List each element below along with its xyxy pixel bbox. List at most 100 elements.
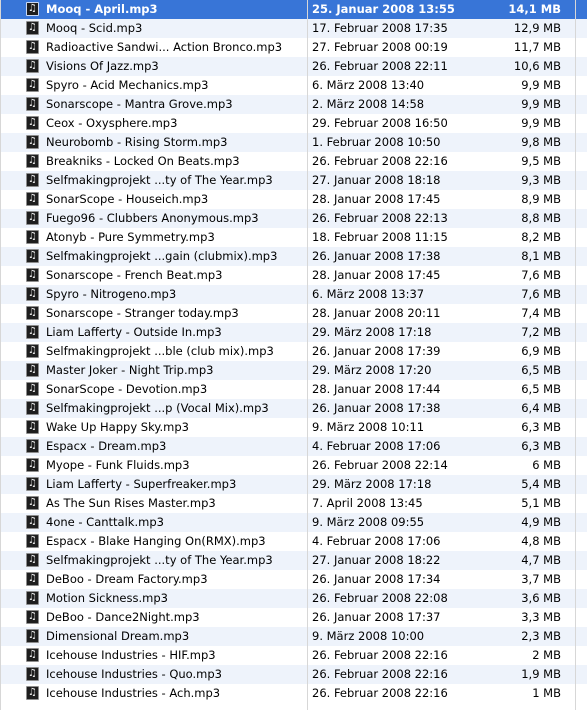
file-row[interactable]: ♫ SonarScope - Houseich.mp3 28. Januar 200… xyxy=(0,190,587,209)
file-name[interactable]: Liam Lafferty - Outside In.mp3 xyxy=(46,323,306,342)
file-row-selected[interactable]: ♫ Mooq - April.mp3 25. Januar 2008 13:55 14… xyxy=(0,0,587,19)
file-row[interactable]: ♫ Neurobomb - Rising Storm.mp3 1. Februar … xyxy=(0,133,587,152)
file-name[interactable]: Spyro - Nitrogeno.mp3 xyxy=(46,285,306,304)
file-name[interactable]: Selfmakingprojekt ...p (Vocal Mix).mp3 xyxy=(46,399,306,418)
music-file-icon[interactable]: ♫ xyxy=(26,553,39,567)
file-row[interactable]: ♫ Sonarscope - French Beat.mp3 28. Januar … xyxy=(0,266,587,285)
file-row[interactable]: ♫ Dimensional Dream.mp3 9. März 2008 10:00… xyxy=(0,627,587,646)
file-name[interactable]: Spyro - Acid Mechanics.mp3 xyxy=(46,76,306,95)
file-name[interactable]: DeBoo - Dance2Night.mp3 xyxy=(46,608,306,627)
music-file-icon[interactable]: ♫ xyxy=(26,344,39,358)
music-file-icon[interactable]: ♫ xyxy=(26,97,39,111)
file-name[interactable]: Motion Sickness.mp3 xyxy=(46,589,306,608)
file-row[interactable]: ♫ As The Sun Rises Master.mp3 7. April 200… xyxy=(0,494,587,513)
music-file-icon[interactable]: ♫ xyxy=(26,591,39,605)
music-file-icon[interactable]: ♫ xyxy=(26,420,39,434)
column-divider-name-date[interactable] xyxy=(307,0,308,710)
music-file-icon[interactable]: ♫ xyxy=(26,496,39,510)
music-file-icon[interactable]: ♫ xyxy=(26,382,39,396)
file-name[interactable]: Atonyb - Pure Symmetry.mp3 xyxy=(46,228,306,247)
file-name[interactable]: Master Joker - Night Trip.mp3 xyxy=(46,361,306,380)
file-row[interactable]: ♫ Liam Lafferty - Superfreaker.mp3 29. Mär… xyxy=(0,475,587,494)
file-name[interactable]: Selfmakingprojekt ...ble (club mix).mp3 xyxy=(46,342,306,361)
file-name[interactable]: Icehouse Industries - Quo.mp3 xyxy=(46,665,306,684)
file-name[interactable]: Selfmakingprojekt ...ty of The Year.mp3 xyxy=(46,171,306,190)
file-row[interactable]: ♫ Icehouse Industries - HIF.mp3 26. Februa… xyxy=(0,646,587,665)
file-name[interactable]: Sonarscope - French Beat.mp3 xyxy=(46,266,306,285)
file-row[interactable]: ♫ Spyro - Acid Mechanics.mp3 6. März 2008 … xyxy=(0,76,587,95)
music-file-icon[interactable]: ♫ xyxy=(26,515,39,529)
file-row[interactable]: ♫ Espacx - Blake Hanging On(RMX).mp3 4. Fe… xyxy=(0,532,587,551)
file-row[interactable]: ♫ Liam Lafferty - Outside In.mp3 29. März … xyxy=(0,323,587,342)
file-row[interactable]: ♫ Selfmakingprojekt ...ble (club mix).mp3… xyxy=(0,342,587,361)
file-name[interactable]: Liam Lafferty - Superfreaker.mp3 xyxy=(46,475,306,494)
file-name[interactable]: Mooq - Scid.mp3 xyxy=(46,19,306,38)
file-name[interactable]: Dimensional Dream.mp3 xyxy=(46,627,306,646)
music-file-icon[interactable]: ♫ xyxy=(26,21,39,35)
music-file-icon[interactable]: ♫ xyxy=(26,40,39,54)
music-file-icon[interactable]: ♫ xyxy=(26,572,39,586)
file-row[interactable]: ♫ Icehouse Industries - Quo.mp3 26. Februa… xyxy=(0,665,587,684)
file-name[interactable]: Visions Of Jazz.mp3 xyxy=(46,57,306,76)
file-name[interactable]: Selfmakingprojekt ...ty of The Year.mp3 xyxy=(46,551,306,570)
music-file-icon[interactable]: ♫ xyxy=(26,287,39,301)
file-row[interactable]: ♫ Myope - Funk Fluids.mp3 26. Februar 2008… xyxy=(0,456,587,475)
file-row[interactable]: ♫ Fuego96 - Clubbers Anonymous.mp3 26. Feb… xyxy=(0,209,587,228)
music-file-icon[interactable]: ♫ xyxy=(26,59,39,73)
music-file-icon[interactable]: ♫ xyxy=(26,667,39,681)
file-name[interactable]: 4one - Canttalk.mp3 xyxy=(46,513,306,532)
music-file-icon[interactable]: ♫ xyxy=(26,610,39,624)
file-name[interactable]: As The Sun Rises Master.mp3 xyxy=(46,494,306,513)
file-name[interactable]: DeBoo - Dream Factory.mp3 xyxy=(46,570,306,589)
file-row[interactable]: ♫ Visions Of Jazz.mp3 26. Februar 2008 22:… xyxy=(0,57,587,76)
file-row[interactable]: ♫ Sonarscope - Mantra Grove.mp3 2. März 20… xyxy=(0,95,587,114)
file-name[interactable]: Selfmakingprojekt ...gain (clubmix).mp3 xyxy=(46,247,306,266)
music-file-icon[interactable]: ♫ xyxy=(26,154,39,168)
file-row[interactable]: ♫ Spyro - Nitrogeno.mp3 6. März 2008 13:37… xyxy=(0,285,587,304)
music-file-icon[interactable]: ♫ xyxy=(26,686,39,700)
music-file-icon[interactable]: ♫ xyxy=(26,401,39,415)
file-row[interactable]: ♫ Espacx - Dream.mp3 4. Februar 2008 17:06… xyxy=(0,437,587,456)
file-row[interactable]: ♫ Radioactive Sandwi... Action Bronco.mp3… xyxy=(0,38,587,57)
music-file-icon[interactable]: ♫ xyxy=(26,306,39,320)
file-row[interactable]: ♫ Ceox - Oxysphere.mp3 29. Februar 2008 16… xyxy=(0,114,587,133)
music-file-icon[interactable]: ♫ xyxy=(26,458,39,472)
music-file-icon[interactable]: ♫ xyxy=(26,249,39,263)
file-row[interactable]: ♫ Master Joker - Night Trip.mp3 29. März 2… xyxy=(0,361,587,380)
file-name[interactable]: Fuego96 - Clubbers Anonymous.mp3 xyxy=(46,209,306,228)
music-file-icon[interactable]: ♫ xyxy=(26,648,39,662)
file-row[interactable]: ♫ Selfmakingprojekt ...ty of The Year.mp3… xyxy=(0,171,587,190)
music-file-icon[interactable]: ♫ xyxy=(26,268,39,282)
file-name[interactable]: Breakniks - Locked On Beats.mp3 xyxy=(46,152,306,171)
music-file-icon[interactable]: ♫ xyxy=(26,230,39,244)
music-file-icon[interactable]: ♫ xyxy=(26,629,39,643)
file-name[interactable]: SonarScope - Houseich.mp3 xyxy=(46,190,306,209)
file-name[interactable]: Sonarscope - Stranger today.mp3 xyxy=(46,304,306,323)
file-row[interactable]: ♫ SonarScope - Devotion.mp3 28. Januar 200… xyxy=(0,380,587,399)
file-row[interactable]: ♫ DeBoo - Dream Factory.mp3 26. Januar 200… xyxy=(0,570,587,589)
music-file-icon[interactable]: ♫ xyxy=(26,439,39,453)
file-row[interactable]: ♫ Breakniks - Locked On Beats.mp3 26. Febr… xyxy=(0,152,587,171)
file-name[interactable]: Espacx - Blake Hanging On(RMX).mp3 xyxy=(46,532,306,551)
file-name[interactable]: Mooq - April.mp3 xyxy=(46,0,306,19)
file-row[interactable]: ♫ Selfmakingprojekt ...ty of The Year.mp3… xyxy=(0,551,587,570)
file-name[interactable]: SonarScope - Devotion.mp3 xyxy=(46,380,306,399)
file-row[interactable]: ♫ Atonyb - Pure Symmetry.mp3 18. Februar 2… xyxy=(0,228,587,247)
music-file-icon[interactable]: ♫ xyxy=(26,325,39,339)
file-row[interactable]: ♫ Motion Sickness.mp3 26. Februar 2008 22:… xyxy=(0,589,587,608)
music-file-icon[interactable]: ♫ xyxy=(26,363,39,377)
file-name[interactable]: Espacx - Dream.mp3 xyxy=(46,437,306,456)
music-file-icon[interactable]: ♫ xyxy=(26,477,39,491)
file-row[interactable]: ♫ Selfmakingprojekt ...p (Vocal Mix).mp3 2… xyxy=(0,399,587,418)
music-file-icon[interactable]: ♫ xyxy=(26,116,39,130)
music-file-icon[interactable]: ♫ xyxy=(26,192,39,206)
file-name[interactable]: Radioactive Sandwi... Action Bronco.mp3 xyxy=(46,38,306,57)
file-name[interactable]: Icehouse Industries - Ach.mp3 xyxy=(46,684,306,703)
file-name[interactable]: Wake Up Happy Sky.mp3 xyxy=(46,418,306,437)
music-file-icon[interactable]: ♫ xyxy=(26,2,39,16)
file-name[interactable]: Ceox - Oxysphere.mp3 xyxy=(46,114,306,133)
file-row[interactable]: ♫ Selfmakingprojekt ...gain (clubmix).mp3… xyxy=(0,247,587,266)
file-row[interactable]: ♫ Icehouse Industries - Ach.mp3 26. Februa… xyxy=(0,684,587,703)
music-file-icon[interactable]: ♫ xyxy=(26,135,39,149)
file-row[interactable]: ♫ 4one - Canttalk.mp3 9. März 2008 09:55 4,… xyxy=(0,513,587,532)
